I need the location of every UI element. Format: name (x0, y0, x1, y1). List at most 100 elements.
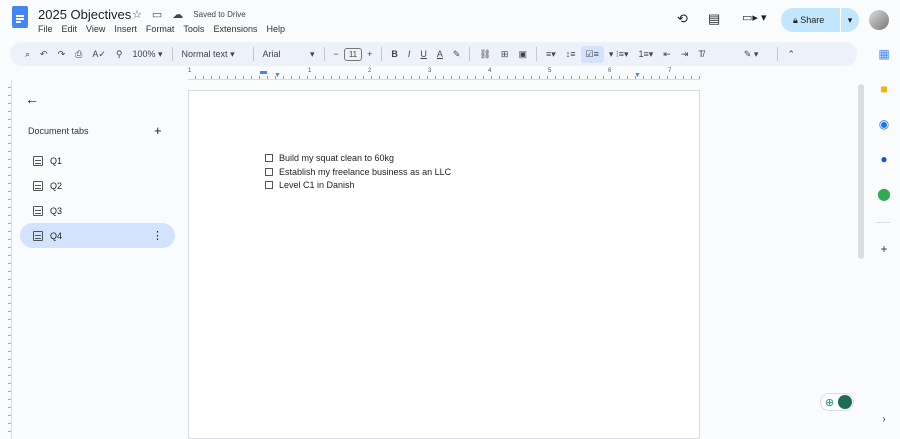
ruler-label: 6 (608, 68, 612, 74)
tab-label: Q4 (50, 230, 63, 241)
keep-icon[interactable]: ■ (872, 82, 896, 96)
vertical-ruler[interactable] (0, 80, 12, 439)
ruler-label: 5 (548, 68, 552, 74)
add-comment-icon[interactable]: ⊞ (496, 49, 514, 60)
maps-icon[interactable]: ⬤ (872, 187, 896, 201)
numbered-list-icon[interactable]: 1≡▾ (634, 49, 659, 60)
menu-extensions[interactable]: Extensions (213, 24, 257, 34)
editing-mode-icon[interactable]: ✎ ▾ (739, 49, 764, 60)
tasks-icon[interactable]: ◉ (872, 117, 896, 131)
checklist-text[interactable]: Level C1 in Danish (279, 180, 355, 190)
style-value: Normal text (181, 48, 228, 59)
zoom-select[interactable]: 100% ▾ (127, 49, 167, 60)
tab-q2[interactable]: Q2 (20, 173, 175, 198)
horizontal-ruler[interactable]: 1 ▼ 1 2 3 4 5 6 ▼ 7 (188, 68, 700, 80)
tab-label: Q2 (50, 180, 63, 191)
document-tabs-sidebar: ← Document tabs + Q1 Q2 Q3 Q4 ⋮ (12, 80, 188, 439)
align-icon[interactable]: ≡▾ (541, 49, 561, 60)
ruler-label: 1 (188, 68, 192, 74)
underline-icon[interactable]: U (415, 49, 432, 59)
more-options-icon[interactable]: ⋮ (152, 229, 163, 242)
share-dropdown-icon[interactable]: ▾ (841, 15, 859, 26)
text-color-icon[interactable]: A (432, 49, 448, 59)
menu-bar: File Edit View Insert Format Tools Exten… (38, 24, 285, 34)
lock-icon: 🔒︎ Share (793, 14, 825, 25)
document-icon (33, 180, 43, 191)
share-button[interactable]: 🔒︎ Share ▾ (781, 8, 859, 32)
bold-icon[interactable]: B (386, 49, 403, 59)
save-status: Saved to Drive (193, 10, 246, 19)
spellcheck-icon[interactable]: A✓ (87, 49, 111, 60)
checklist-text[interactable]: Build my squat clean to 60kg (279, 153, 394, 163)
bulleted-list-icon[interactable]: ▾ ⁝≡▾ (604, 49, 634, 60)
menu-format[interactable]: Format (146, 24, 175, 34)
vertical-scrollbar[interactable] (858, 84, 864, 259)
increase-font-size-button[interactable]: + (362, 49, 377, 59)
tab-q3[interactable]: Q3 (20, 198, 175, 223)
toolbar: ⌕ ↶ ↷ ⎙ A✓ ⚲ 100% ▾ Normal text ▾ Arial ▾… (10, 42, 857, 66)
star-icon[interactable]: ☆ (132, 8, 142, 21)
history-icon[interactable]: ⟲ (677, 11, 688, 27)
tab-label: Q1 (50, 155, 63, 166)
checkbox[interactable] (265, 168, 273, 176)
left-indent-marker[interactable]: ▼ (274, 72, 281, 79)
menu-edit[interactable]: Edit (62, 24, 78, 34)
comments-icon[interactable]: ▤ (708, 11, 720, 27)
contacts-icon[interactable]: ● (872, 152, 896, 166)
expand-panel-icon[interactable]: › (872, 414, 896, 425)
calendar-icon[interactable]: ▦ (872, 47, 896, 61)
move-folder-icon[interactable]: ▭ (152, 8, 162, 21)
first-line-indent-marker[interactable] (260, 71, 267, 74)
insert-image-icon[interactable]: ▣ (513, 49, 532, 60)
zoom-value: 100% (132, 48, 156, 59)
checkbox[interactable] (265, 154, 273, 162)
document-icon (33, 155, 43, 166)
document-title[interactable]: 2025 Objectives (38, 7, 131, 22)
menu-view[interactable]: View (86, 24, 105, 34)
meet-icon[interactable]: ▭▸ ▾ (742, 11, 767, 24)
menu-insert[interactable]: Insert (114, 24, 137, 34)
right-indent-marker[interactable]: ▼ (634, 72, 641, 79)
add-addon-icon[interactable]: + (872, 242, 896, 256)
tab-q4[interactable]: Q4 ⋮ (20, 223, 175, 248)
add-tab-button[interactable]: + (154, 123, 162, 138)
share-label: Share (800, 14, 825, 25)
clear-formatting-icon[interactable]: T̸ (693, 49, 709, 59)
back-arrow-icon[interactable]: ← (25, 91, 39, 107)
document-icon (33, 230, 43, 241)
gemini-suggest-button[interactable]: ⊕ (820, 393, 854, 411)
menu-file[interactable]: File (38, 24, 53, 34)
print-icon[interactable]: ⎙ (70, 49, 87, 60)
tab-q1[interactable]: Q1 (20, 148, 175, 173)
ruler-label: 3 (428, 68, 432, 74)
style-select[interactable]: Normal text ▾ (177, 49, 249, 60)
menu-help[interactable]: Help (266, 24, 285, 34)
tab-label: Q3 (50, 205, 63, 216)
collapse-toolbar-icon[interactable]: ⌃ (782, 49, 800, 60)
redo-icon[interactable]: ↷ (53, 49, 71, 60)
checklist-item: Level C1 in Danish (265, 180, 355, 190)
link-icon[interactable]: ⛓ (474, 49, 495, 60)
ruler-label: 7 (668, 68, 672, 74)
increase-indent-icon[interactable]: ⇥ (676, 49, 694, 60)
divider (876, 222, 890, 223)
ruler-label: 4 (488, 68, 492, 74)
document-page[interactable]: Build my squat clean to 60kg Establish m… (188, 90, 700, 439)
line-spacing-icon[interactable]: ↕≡ (561, 49, 581, 59)
highlight-icon[interactable]: ✎ (448, 49, 466, 60)
search-icon[interactable]: ⌕ (20, 49, 35, 60)
checklist-text[interactable]: Establish my freelance business as an LL… (279, 167, 451, 177)
decrease-font-size-button[interactable]: − (329, 49, 344, 59)
checkbox[interactable] (265, 181, 273, 189)
checklist-icon[interactable]: ☑≡ (580, 45, 604, 63)
font-size-input[interactable]: 11 (343, 47, 363, 61)
menu-tools[interactable]: Tools (183, 24, 204, 34)
docs-logo[interactable] (12, 6, 28, 28)
decrease-indent-icon[interactable]: ⇤ (658, 49, 676, 60)
font-select[interactable]: Arial ▾ (258, 49, 320, 60)
italic-icon[interactable]: I (403, 49, 416, 59)
paint-format-icon[interactable]: ⚲ (111, 49, 128, 60)
avatar[interactable] (869, 10, 889, 30)
checklist-item: Establish my freelance business as an LL… (265, 167, 451, 177)
undo-icon[interactable]: ↶ (35, 49, 53, 60)
